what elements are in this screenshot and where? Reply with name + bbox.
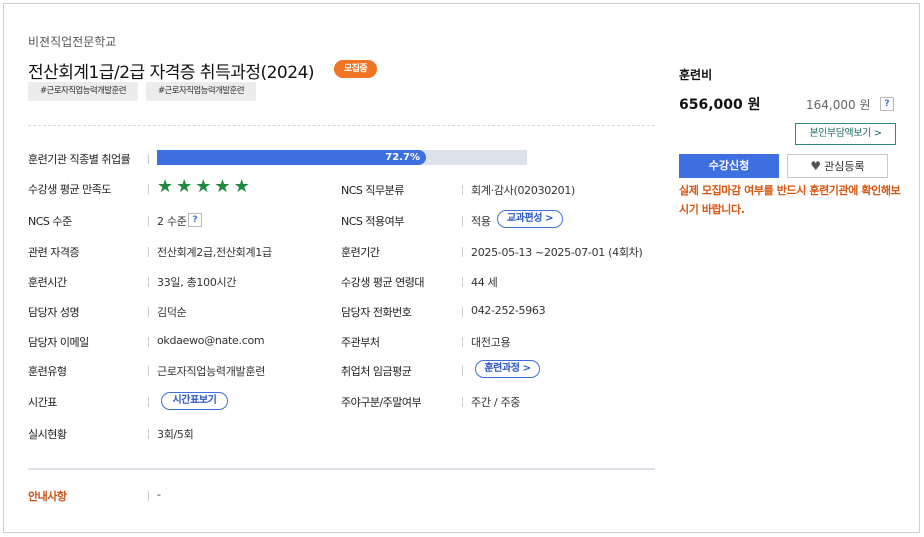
training-course-button[interactable]: 훈련과정 >: [475, 360, 540, 378]
separator: [148, 491, 149, 501]
guide-value: -: [157, 488, 161, 501]
ncs-applied-label: NCS 적용여부: [341, 215, 404, 228]
timetable-label: 시간표: [28, 396, 57, 409]
day-night-value: 주간 / 주중: [471, 396, 521, 409]
guide-label: 안내사항: [28, 490, 67, 503]
separator: [462, 366, 463, 376]
ncs-level-label: NCS 수준: [28, 215, 72, 228]
separator: [148, 216, 149, 226]
separator: [462, 337, 463, 347]
separator: [148, 277, 149, 287]
star-icon: ★: [195, 176, 215, 197]
realtime-status-value: 3회/5회: [157, 428, 194, 441]
course-tag[interactable]: #근로자직업능력개발훈련: [28, 82, 138, 101]
manager-name-label: 담당자 성명: [28, 306, 80, 319]
training-type-value: 근로자직업능력개발훈련: [157, 365, 266, 378]
period-value: 2025-05-13 ~2025-07-01 (4회차): [471, 246, 643, 259]
manager-email-value: okdaewo@nate.com: [157, 334, 265, 347]
employment-rate-label: 훈련기관 직종별 취업률: [28, 153, 131, 166]
divider: [28, 125, 655, 126]
manager-name-value: 김덕순: [157, 306, 187, 319]
ministry-label: 주관부처: [341, 336, 380, 349]
manager-phone-label: 담당자 전화번호: [341, 306, 412, 319]
separator: [462, 247, 463, 257]
star-icon: ★: [157, 176, 177, 197]
day-night-label: 주야구분/주말여부: [341, 396, 422, 409]
separator: [462, 185, 463, 195]
recruit-notice: 실제 모집마감 여부를 반드시 훈련기관에 확인해보시기 바랍니다.: [679, 184, 901, 216]
star-icon: ★: [233, 176, 253, 197]
separator: [148, 397, 149, 407]
ncs-category-value: 회계·감사(02030201): [471, 184, 576, 197]
status-badge: 모집중: [334, 60, 377, 78]
course-tag[interactable]: #근로자직업능력개발훈련: [146, 82, 256, 101]
avg-wage-label: 취업처 임금평균: [341, 365, 412, 378]
wishlist-label: 관심등록: [824, 160, 865, 173]
separator: [462, 216, 463, 226]
star-icon: ★: [214, 176, 234, 197]
ncs-applied-value: 적용: [471, 215, 491, 228]
separator: [148, 184, 149, 194]
star-icon: ★: [176, 176, 196, 197]
separator: [148, 307, 149, 317]
ministry-value: 대전고용: [471, 336, 511, 349]
realtime-status-label: 실시현황: [28, 428, 67, 441]
period-label: 훈련기간: [341, 246, 380, 259]
separator: [148, 366, 149, 376]
curriculum-button[interactable]: 교과편성 >: [497, 210, 563, 228]
separator: [148, 247, 149, 257]
satisfaction-stars: ★★★★★: [157, 177, 253, 197]
employment-rate-text: 72.7%: [385, 152, 420, 163]
separator: [462, 307, 463, 317]
fee-help-icon[interactable]: ?: [880, 97, 894, 111]
course-title: 전산회계1급/2급 자격증 취득과정(2024): [28, 63, 315, 83]
ncs-level-value: 2 수준: [157, 215, 187, 228]
employment-rate-fill: 72.7%: [157, 150, 426, 165]
separator: [148, 337, 149, 347]
avg-age-value: 44 세: [471, 276, 498, 289]
related-cert-label: 관련 자격증: [28, 246, 80, 259]
ncs-level-help-icon[interactable]: ?: [188, 213, 202, 227]
manager-phone-value: 042-252-5963: [471, 304, 546, 317]
fee-self-pay: 164,000 원: [806, 98, 871, 112]
avg-age-label: 수강생 평균 연령대: [341, 276, 424, 289]
fee-label: 훈련비: [679, 68, 713, 82]
related-cert-value: 전산회계2급,전산회계1급: [157, 246, 272, 259]
fee-total: 656,000 원: [679, 97, 761, 113]
self-pay-button[interactable]: 본인부담액보기 >: [795, 123, 896, 145]
training-hours-value: 33일, 총100시간: [157, 276, 237, 289]
wishlist-button[interactable]: ♥ 관심등록: [787, 154, 888, 178]
training-type-label: 훈련유형: [28, 365, 67, 378]
separator: [462, 277, 463, 287]
separator: [148, 429, 149, 439]
ncs-category-label: NCS 직무분류: [341, 184, 404, 197]
timetable-button[interactable]: 시간표보기: [161, 392, 228, 410]
manager-email-label: 담당자 이메일: [28, 336, 89, 349]
apply-button[interactable]: 수강신청: [679, 154, 779, 178]
training-hours-label: 훈련시간: [28, 276, 67, 289]
heart-icon: ♥: [810, 159, 822, 173]
separator: [462, 397, 463, 407]
divider: [28, 468, 655, 470]
employment-rate-bar: 72.7%: [157, 150, 527, 165]
satisfaction-label: 수강생 평균 만족도: [28, 183, 111, 196]
separator: [148, 154, 149, 164]
school-name: 비젼직업전문학교: [28, 35, 117, 49]
